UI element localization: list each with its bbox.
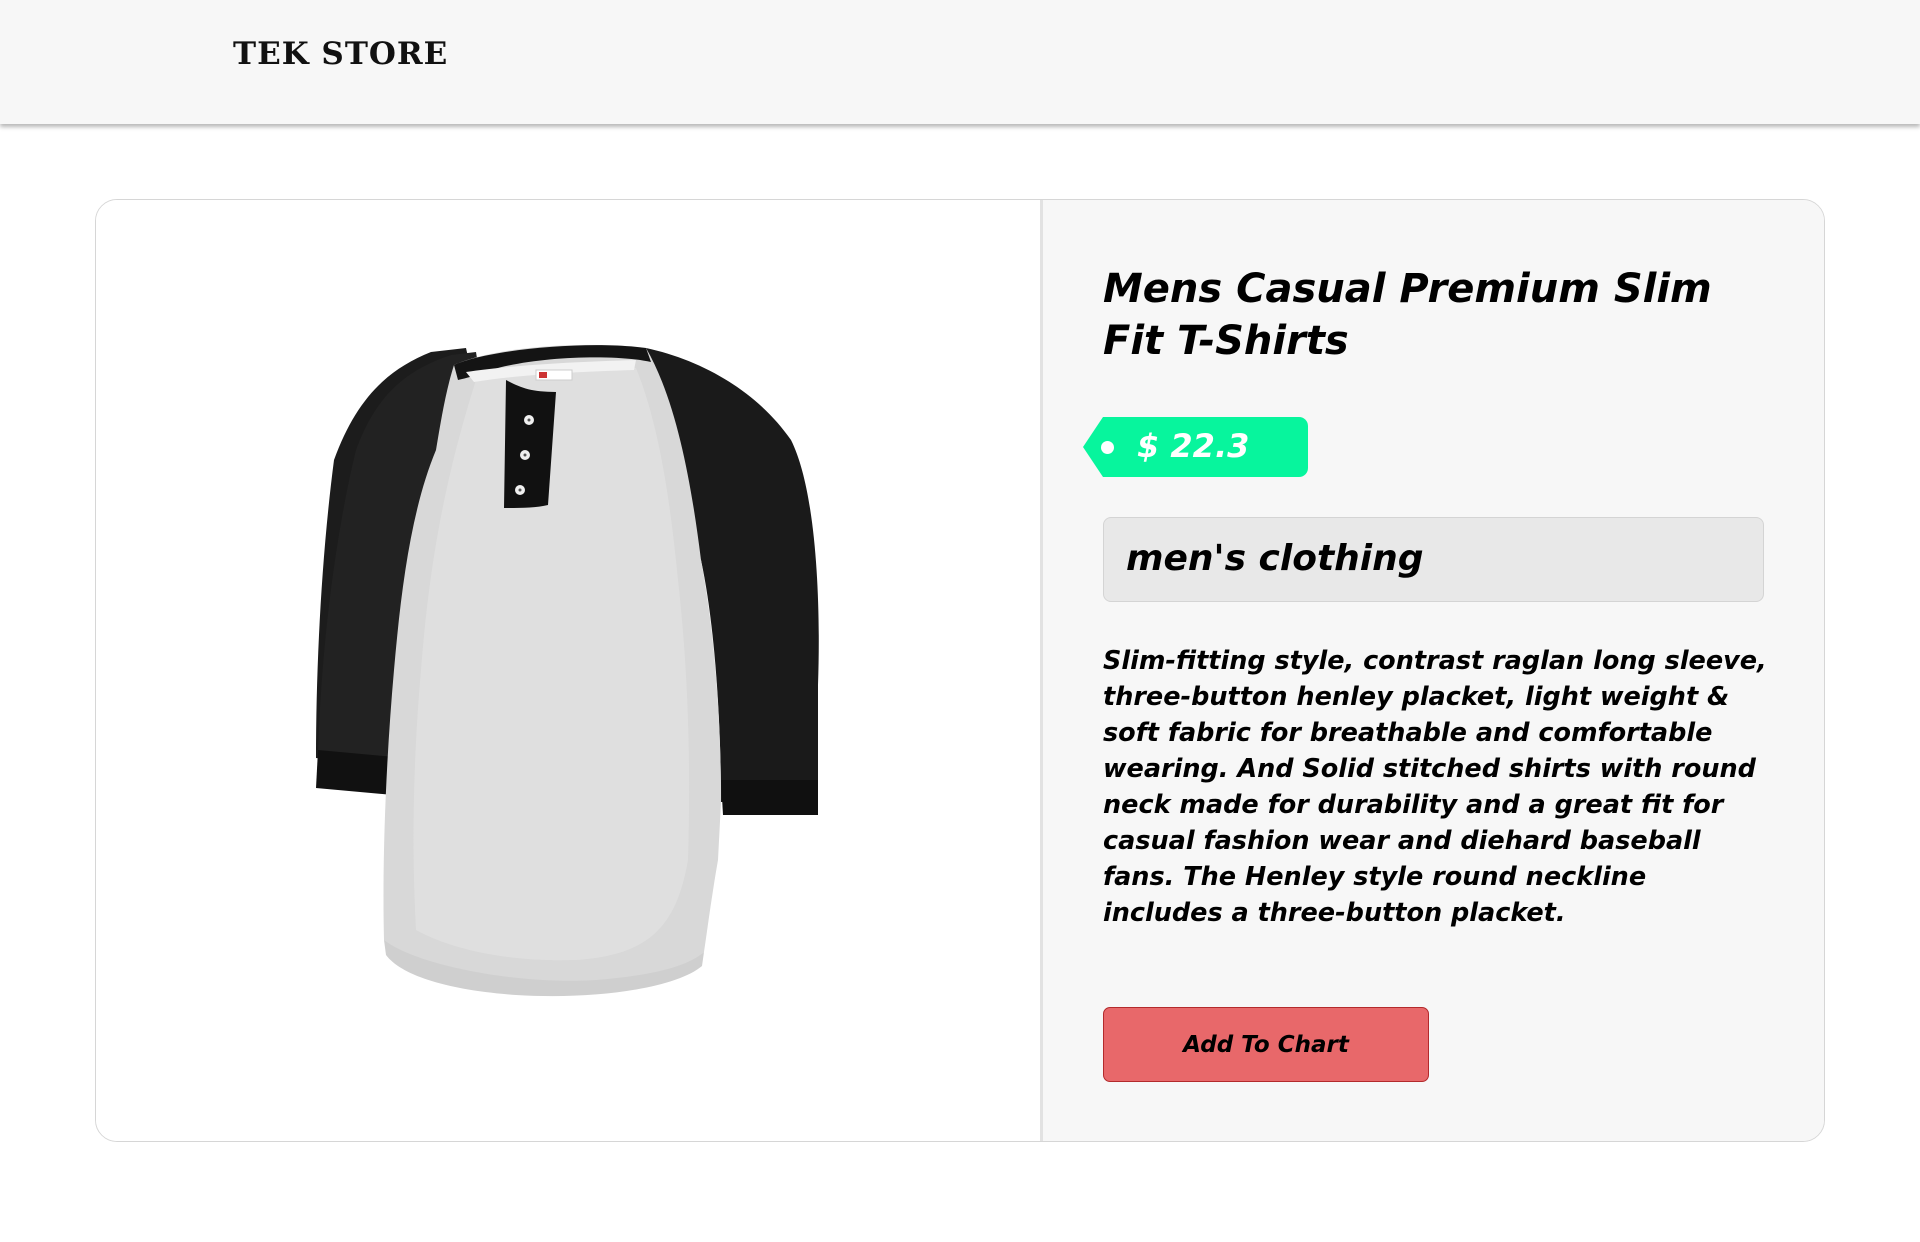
product-description: Slim-fitting style, contrast raglan long… (1103, 646, 1767, 928)
brand-logo-link[interactable]: TEK STORE (233, 36, 448, 72)
category-badge: men's clothing (1103, 517, 1764, 602)
product-image (316, 344, 819, 997)
navbar: TEK STORE (0, 0, 1920, 124)
product-image-pane (96, 200, 1043, 1141)
price-tag-hole-icon (1101, 441, 1114, 454)
product-title: Mens Casual Premium Slim Fit T-Shirts (1103, 266, 1712, 364)
price-value: $ 22.3 (1137, 427, 1250, 465)
product-info-pane: Mens Casual Premium Slim Fit T-Shirts $ … (1043, 200, 1824, 1141)
add-to-cart-button[interactable]: Add To Chart (1103, 1007, 1429, 1082)
product-card: Mens Casual Premium Slim Fit T-Shirts $ … (95, 199, 1825, 1142)
price-tag: $ 22.3 (1083, 417, 1308, 477)
